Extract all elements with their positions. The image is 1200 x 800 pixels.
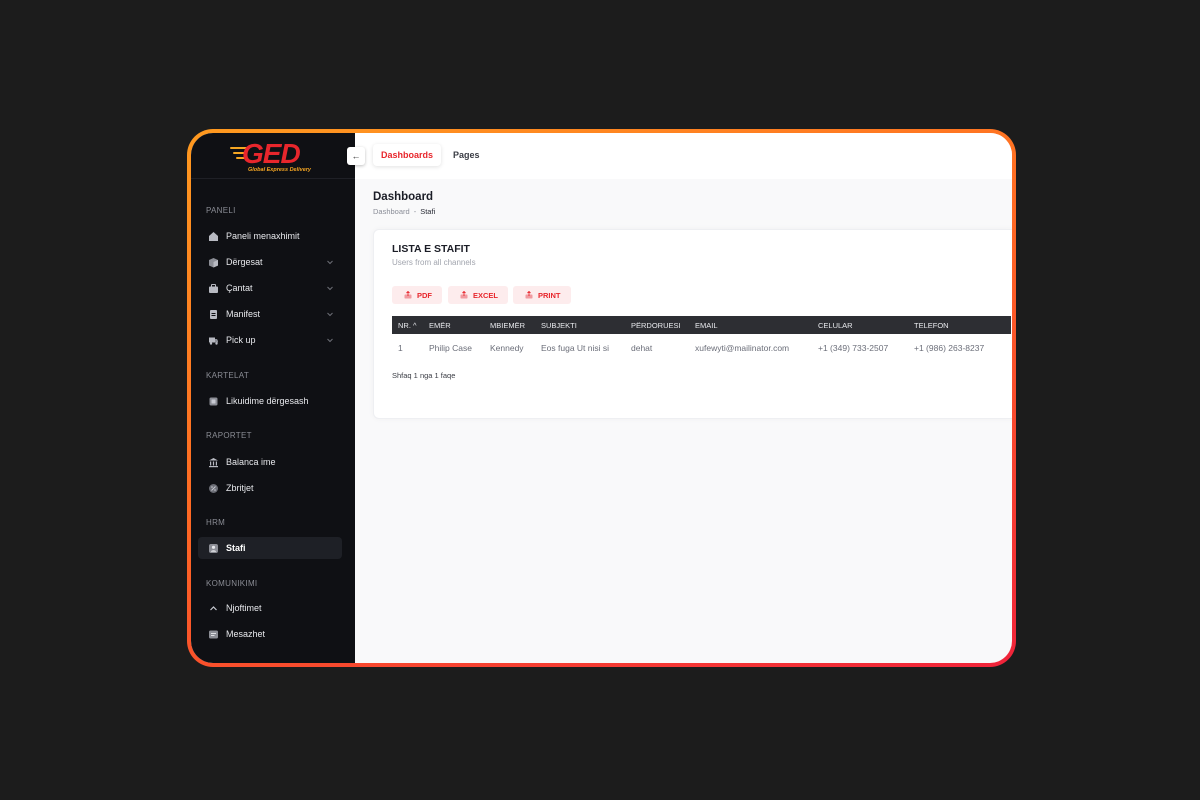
breadcrumb: Dashboard - Stafi (373, 207, 435, 216)
breadcrumb-current: Stafi (420, 207, 436, 216)
logo-tagline: Global Express Delivery (248, 166, 311, 173)
square-icon (208, 396, 219, 407)
document-icon (208, 309, 219, 320)
column-header-subjekti[interactable]: SUBJEKTI (541, 321, 577, 330)
sidebar-toggle-button[interactable]: ← (347, 147, 365, 165)
column-header-celular[interactable]: CELULAR (818, 321, 853, 330)
sidebar-item-stafi[interactable]: Stafi (198, 537, 342, 559)
sidebar-item-label: Njoftimet (226, 603, 262, 613)
staff-list-card: LISTA E STAFIT Users from all channels P… (373, 229, 1012, 419)
column-header-mbiemer[interactable]: MBIEMËR (490, 321, 525, 330)
cell-celular: +1 (349) 733-2507 (818, 343, 889, 353)
page-title: Dashboard (373, 191, 434, 203)
chevron-down-icon[interactable] (326, 258, 334, 266)
section-title-komunikimi: KOMUNIKIMI (206, 579, 258, 588)
sidebar-item-zbritjet[interactable]: Zbritjet (198, 477, 342, 499)
chevron-down-icon[interactable] (326, 284, 334, 292)
tab-pages[interactable]: Pages (445, 144, 488, 166)
sidebar-item-label: Mesazhet (226, 629, 266, 639)
sort-up-icon: ^ (413, 321, 417, 330)
column-header-label: NR. (398, 321, 411, 330)
sidebar-item-label: Stafi (226, 543, 246, 553)
chevron-up-icon (208, 603, 219, 614)
pagination-info: Shfaq 1 nga 1 faqe (392, 371, 456, 380)
export-icon (460, 291, 468, 299)
sidebar-item-cantat[interactable]: Çantat (198, 277, 342, 299)
sidebar: GED Global Express Delivery PANELI Panel… (191, 133, 355, 663)
sidebar-item-paneli-menaxhimit[interactable]: Paneli menaxhimit (198, 225, 342, 247)
export-print-button[interactable]: PRINT (513, 286, 571, 304)
user-icon (208, 543, 219, 554)
app-screen: GED Global Express Delivery PANELI Panel… (191, 133, 1012, 663)
column-header-perdoruesi[interactable]: PËRDORUESI (631, 321, 681, 330)
table-header: NR. ^ EMËR MBIEMËR SUBJEKTI PËRDORUESI E… (392, 316, 1011, 334)
cell-perdoruesi: dehat (631, 343, 653, 353)
section-title-paneli: PANELI (206, 206, 236, 215)
cell-mbiemer: Kennedy (490, 343, 524, 353)
card-subtitle: Users from all channels (392, 258, 476, 267)
home-icon (208, 231, 219, 242)
column-header-telefon[interactable]: TELEFON (914, 321, 949, 330)
main-content: Dashboards Pages Dashboard Dashboard - S… (355, 133, 1012, 663)
cell-nr: 1 (398, 343, 403, 353)
section-title-hrm: HRM (206, 518, 226, 527)
logo-area: GED Global Express Delivery (191, 133, 355, 179)
column-header-nr[interactable]: NR. ^ (398, 321, 417, 330)
brand-logo[interactable]: GED Global Express Delivery (228, 138, 318, 174)
sidebar-item-label: Balanca ime (226, 457, 276, 467)
column-header-emer[interactable]: EMËR (429, 321, 451, 330)
button-label: PDF (417, 290, 432, 300)
cell-subjekti: Eos fuga Ut nisi si (541, 343, 610, 353)
sidebar-item-pick-up[interactable]: Pick up (198, 329, 342, 351)
export-excel-button[interactable]: EXCEL (448, 286, 509, 304)
cell-emer: Philip Case (429, 343, 472, 353)
device-frame: GED Global Express Delivery PANELI Panel… (187, 129, 1016, 667)
button-label: EXCEL (473, 290, 499, 300)
sidebar-item-label: Zbritjet (226, 483, 254, 493)
export-pdf-button[interactable]: PDF (392, 286, 442, 304)
export-icon (525, 291, 533, 299)
sidebar-item-njoftimet[interactable]: Njoftimet (198, 597, 342, 619)
sidebar-item-label: Çantat (226, 283, 253, 293)
cell-telefon: +1 (986) 263-8237 (914, 343, 985, 353)
section-title-raportet: RAPORTET (206, 431, 252, 440)
section-title-kartelat: KARTELAT (206, 371, 250, 380)
card-title: LISTA E STAFIT (392, 243, 470, 255)
sidebar-item-label: Paneli menaxhimit (226, 231, 300, 241)
sidebar-item-likuidime-dergesash[interactable]: Likuidime dërgesash (198, 390, 342, 412)
breadcrumb-link-dashboard[interactable]: Dashboard (373, 207, 410, 216)
arrow-left-icon: ← (351, 151, 361, 161)
table-row: 1 Philip Case Kennedy Eos fuga Ut nisi s… (392, 338, 1011, 358)
column-header-email[interactable]: EMAIL (695, 321, 718, 330)
sidebar-item-label: Manifest (226, 309, 261, 319)
sidebar-item-mesazhet[interactable]: Mesazhet (198, 623, 342, 645)
logo-wordmark: GED (242, 137, 301, 169)
box-icon (208, 257, 219, 268)
bank-icon (208, 457, 219, 468)
chevron-down-icon[interactable] (326, 336, 334, 344)
sidebar-item-balanca-ime[interactable]: Balanca ime (198, 451, 342, 473)
button-label: PRINT (538, 290, 561, 300)
sidebar-item-label: Pick up (226, 335, 256, 345)
discount-icon (208, 483, 219, 494)
export-icon (404, 291, 412, 299)
top-bar: Dashboards Pages (355, 133, 1012, 179)
truck-icon (208, 335, 219, 346)
sidebar-item-manifest[interactable]: Manifest (198, 303, 342, 325)
chevron-down-icon[interactable] (326, 310, 334, 318)
bag-icon (208, 283, 219, 294)
sidebar-item-label: Dërgesat (226, 257, 263, 267)
sidebar-item-label: Likuidime dërgesash (226, 396, 309, 406)
breadcrumb-separator: - (413, 207, 417, 216)
tab-dashboards[interactable]: Dashboards (373, 144, 442, 166)
cell-email: xufewyti@mailinator.com (695, 343, 790, 353)
sidebar-item-dergesat[interactable]: Dërgesat (198, 251, 342, 273)
message-icon (208, 629, 219, 640)
